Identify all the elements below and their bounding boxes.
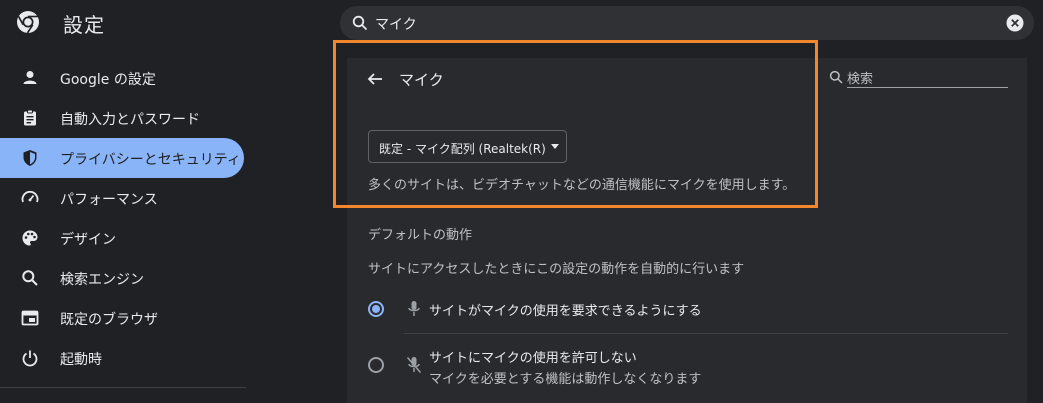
sidebar: Google の設定 自動入力とパスワード プライバシーとセキュリティ パフォー… <box>0 58 246 378</box>
microphone-icon <box>408 301 420 316</box>
default-behavior-heading: デフォルトの動作 <box>368 228 473 243</box>
sidebar-item-label: Google の設定 <box>60 72 156 88</box>
option-block-label[interactable]: サイトにマイクの使用を許可しない <box>429 347 637 366</box>
page-search-input[interactable]: 検索 <box>847 68 1008 88</box>
option-divider <box>404 333 1008 334</box>
search-icon <box>22 270 38 286</box>
radio-allow-ask[interactable] <box>368 301 384 317</box>
top-bar: 設定 マイク <box>0 0 1043 44</box>
sidebar-item-label: パフォーマンス <box>60 192 158 208</box>
settings-search-bar[interactable]: マイク <box>340 6 1034 40</box>
sidebar-item-performance[interactable]: パフォーマンス <box>0 178 246 218</box>
sidebar-item-label: 既定のブラウザ <box>60 312 158 328</box>
person-icon <box>23 71 37 84</box>
app-title: 設定 <box>63 13 105 37</box>
chrome-logo-icon <box>17 11 39 34</box>
sidebar-item-default-browser[interactable]: 既定のブラウザ <box>0 298 246 338</box>
sidebar-item-google[interactable]: Google の設定 <box>0 58 246 98</box>
option-block-sublabel: マイクを必要とする機能は動作しなくなります <box>429 372 702 387</box>
clipboard-icon <box>24 109 36 126</box>
page-title: マイク <box>399 71 444 89</box>
sidebar-item-on-startup[interactable]: 起動時 <box>0 338 246 378</box>
microphone-off-icon <box>406 357 422 373</box>
power-icon <box>22 350 38 367</box>
dropdown-arrow-icon <box>551 144 559 149</box>
search-icon[interactable] <box>829 70 843 84</box>
sidebar-item-privacy[interactable]: プライバシーとセキュリティ <box>0 138 244 178</box>
shield-icon <box>23 150 37 166</box>
option-allow-ask-label[interactable]: サイトがマイクの使用を要求できるようにする <box>429 300 702 319</box>
search-input[interactable]: マイク <box>375 14 417 34</box>
sidebar-item-autofill[interactable]: 自動入力とパスワード <box>0 98 246 138</box>
search-icon <box>352 15 368 31</box>
microphone-description: 多くのサイトは、ビデオチャットなどの通信機能にマイクを使用します。 <box>368 178 796 193</box>
clear-search-icon[interactable] <box>1006 14 1024 32</box>
sidebar-item-search-engine[interactable]: 検索エンジン <box>0 258 246 298</box>
browser-icon <box>21 310 39 326</box>
sidebar-item-label: 起動時 <box>60 352 102 368</box>
sidebar-item-label: 検索エンジン <box>60 272 144 288</box>
default-behavior-description: サイトにアクセスしたときにこの設定の動作を自動的に行います <box>368 262 745 277</box>
selected-device: 既定 - マイク配列 (Realtek(R) Audio) <box>379 142 549 156</box>
speedometer-icon <box>21 190 39 203</box>
sidebar-item-label: プライバシーとセキュリティ <box>60 152 241 168</box>
sidebar-item-label: 自動入力とパスワード <box>60 112 200 128</box>
radio-block[interactable] <box>368 357 384 373</box>
sidebar-item-label: デザイン <box>60 232 116 248</box>
back-arrow-icon[interactable] <box>366 70 384 88</box>
sidebar-item-appearance[interactable]: デザイン <box>0 218 246 258</box>
palette-icon <box>22 230 38 246</box>
sidebar-divider <box>0 387 246 388</box>
page-search-placeholder: 検索 <box>847 72 874 87</box>
microphone-device-select[interactable]: 既定 - マイク配列 (Realtek(R) Audio) <box>368 130 567 163</box>
